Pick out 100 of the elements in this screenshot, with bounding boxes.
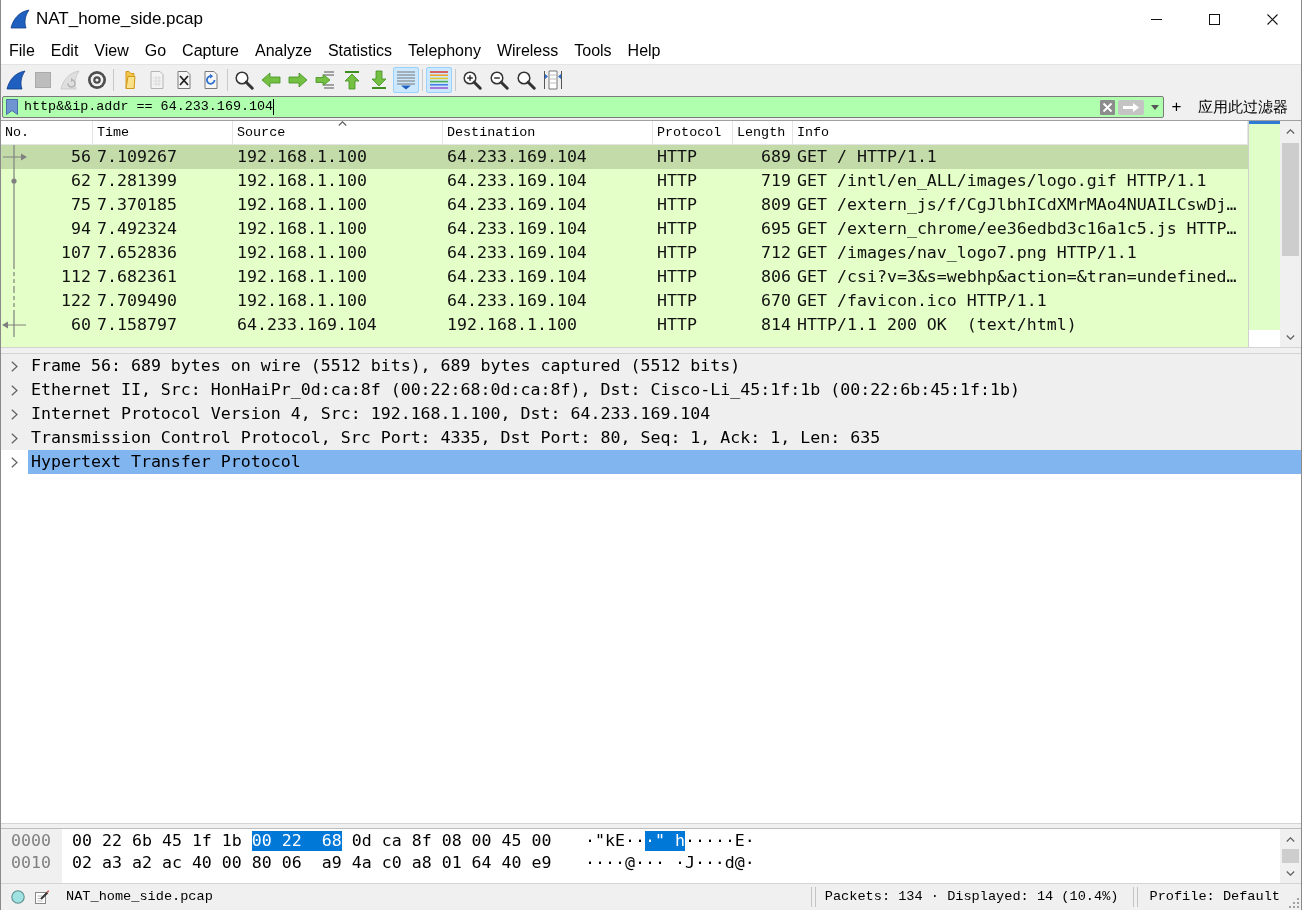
table-cell-text: 107 <box>61 242 91 264</box>
hex-bytes[interactable]: 00 22 6b 45 1f 1b <box>72 831 242 851</box>
table-cell-text: 60 <box>71 314 91 336</box>
scrollbar-track[interactable] <box>1280 829 1301 883</box>
line-dot-icon <box>11 169 17 193</box>
menu-item[interactable]: Go <box>136 38 175 64</box>
hex-bytes[interactable]: 02 a3 a2 ac 40 00 80 06 a9 4a c0 a8 01 64 40 e9 <box>72 853 552 873</box>
chevron-down-icon[interactable] <box>1286 871 1295 876</box>
ascii-bytes[interactable]: ·····E· <box>684 831 755 851</box>
table-cell-text: 192.168.1.100 <box>236 218 368 240</box>
table-cell-text: 122 <box>61 290 91 312</box>
gear-icon <box>87 69 107 90</box>
table-cell-text: 64.233.169.104 <box>446 218 588 240</box>
status-dot-icon[interactable] <box>11 890 25 904</box>
packet-row[interactable]: 112 7.682361 192.168.1.100 64.233.169.104 HTTP 806 GET /csi?v=3&s=webhp&action=&tran=undefined… <box>1 265 1248 289</box>
colorize-button[interactable] <box>426 66 452 93</box>
packet-row[interactable]: 75 7.370185 192.168.1.100 64.233.169.104 HTTP 809 GET /extern_js/f/CgJlbhICdXMrMAo4NUAILCswDj… <box>1 193 1248 217</box>
hex-bytes[interactable]: 0d ca 8f 08 00 45 00 <box>351 831 552 851</box>
packet-row[interactable]: 94 7.492324 192.168.1.100 64.233.169.104 HTTP 695 GET /extern_chrome/ee36edbd3c16a1c5.js HTTP… <box>1 217 1248 241</box>
table-cell-text: 64.233.169.104 <box>236 314 378 336</box>
table-cell-text: GET /images/nav_logo7.png HTTP/1.1 <box>796 242 1138 264</box>
table-cell-text: 7.709490 <box>96 290 178 312</box>
ascii-bytes[interactable]: ····@··· ·J···d@· <box>585 853 755 873</box>
document-x-icon <box>174 69 194 90</box>
table-cell-text: 712 <box>760 242 792 264</box>
table-cell-text: 670 <box>760 290 792 312</box>
table-cell-text: 7.652836 <box>96 242 178 264</box>
minimize-icon <box>1150 18 1162 20</box>
table-cell-text: HTTP/1.1 200 OK (text/html) <box>796 314 1078 336</box>
menu-item[interactable]: Edit <box>42 38 87 64</box>
resize-grip-icon[interactable] <box>1287 896 1299 908</box>
table-cell-text: GET /csi?v=3&s=webhp&action=&tran=undefined… <box>796 266 1238 288</box>
table-cell-text: 62 <box>71 170 91 192</box>
scrollbar-track[interactable] <box>1280 121 1301 347</box>
note-pencil-icon[interactable] <box>35 890 49 904</box>
table-cell-text: 192.168.1.100 <box>446 314 578 336</box>
column-resize-icon <box>543 69 563 90</box>
table-cell-text: 7.281399 <box>96 170 178 192</box>
menu-item[interactable]: Tools <box>566 38 620 64</box>
shark-fin-icon <box>10 9 30 29</box>
caret-down-icon[interactable] <box>1151 104 1159 110</box>
scrollbar-thumb[interactable] <box>1282 849 1299 863</box>
packet-row[interactable]: 122 7.709490 192.168.1.100 64.233.169.104 HTTP 670 GET /favicon.ico HTTP/1.1 <box>1 289 1248 313</box>
filter-field[interactable]: http&&ip.addr == 64.233.169.104 <box>2 96 1164 118</box>
chevron-right-icon[interactable] <box>11 432 18 444</box>
arrow-right-icon[interactable] <box>1118 99 1144 115</box>
chevron-right-icon[interactable] <box>11 408 18 420</box>
menu-item[interactable]: View <box>86 38 137 64</box>
filter-button[interactable]: 应用此过滤器 <box>1189 96 1294 118</box>
close-icon <box>1266 13 1278 25</box>
ascii-bytes[interactable]: ·" h <box>644 831 685 851</box>
packet-row[interactable]: 62 7.281399 192.168.1.100 64.233.169.104 HTTP 719 GET /intl/en_ALL/images/logo.gif HTTP/1.1 <box>1 169 1248 193</box>
table-cell-text: 56 <box>71 146 91 168</box>
chevron-down-icon[interactable] <box>1286 334 1295 340</box>
maximize-icon <box>1208 13 1220 25</box>
packet-row[interactable]: 56 7.109267 192.168.1.100 64.233.169.104 HTTP 689 GET / HTTP/1.1 <box>1 145 1248 169</box>
table-cell-text: HTTP <box>656 266 698 288</box>
table-cell-text: HTTP <box>656 194 698 216</box>
menu-item[interactable]: Telephony <box>399 38 489 64</box>
chevron-right-icon[interactable] <box>11 360 18 372</box>
table-cell-text: HTTP <box>656 242 698 264</box>
auto-scroll-button[interactable] <box>393 66 419 93</box>
menu-item[interactable]: Help <box>619 38 669 64</box>
clear-icon[interactable] <box>1100 99 1115 115</box>
menu-item[interactable]: Statistics <box>319 38 400 64</box>
table-cell-text: 809 <box>760 194 792 216</box>
table-cell-text: GET /extern_js/f/CgJlbhICdXMrMAo4NUAILCswDj… <box>796 194 1238 216</box>
table-cell-text: 192.168.1.100 <box>236 242 368 264</box>
bookmark-icon[interactable] <box>6 99 18 115</box>
chevron-right-icon[interactable] <box>11 456 18 468</box>
scrollbar-thumb[interactable] <box>1282 143 1299 256</box>
table-cell-text: HTTP <box>656 314 698 336</box>
tree-item[interactable]: Hypertext Transfer Protocol <box>28 450 1301 474</box>
table-cell-text: GET /favicon.ico HTTP/1.1 <box>796 290 1048 312</box>
menu-item[interactable]: File <box>1 38 43 64</box>
table-cell-text: 192.168.1.100 <box>236 266 368 288</box>
table-cell-text: GET / HTTP/1.1 <box>796 146 938 168</box>
zoom-in-icon <box>462 69 482 90</box>
menu-item[interactable]: Analyze <box>247 38 320 64</box>
add-filter-button[interactable]: + <box>1164 96 1189 118</box>
menu-item[interactable]: Wireless <box>488 38 567 64</box>
table-cell-text: 64.233.169.104 <box>446 290 588 312</box>
table-cell-text: 64.233.169.104 <box>446 146 588 168</box>
chevron-right-icon[interactable] <box>11 384 18 396</box>
packet-row[interactable]: 107 7.652836 192.168.1.100 64.233.169.104 HTTP 712 GET /images/nav_logo7.png HTTP/1.1 <box>1 241 1248 265</box>
hex-bytes[interactable]: 00 22 68 <box>251 831 342 851</box>
shark-fin-icon <box>6 69 26 90</box>
table-cell-text: 192.168.1.100 <box>236 146 368 168</box>
ascii-bytes[interactable]: ·"kE·· <box>585 831 645 851</box>
table-cell-text: 64.233.169.104 <box>446 170 588 192</box>
chevron-up-icon[interactable] <box>1286 836 1295 842</box>
table-cell-text: HTTP <box>656 146 698 168</box>
search-icon <box>234 69 254 90</box>
table-cell-text: 7.682361 <box>96 266 178 288</box>
table-cell-text: HTTP <box>656 170 698 192</box>
packet-row[interactable]: 60 7.158797 64.233.169.104 192.168.1.100 HTTP 814 HTTP/1.1 200 OK (text/html) <box>1 313 1248 337</box>
menu-item[interactable]: Capture <box>174 38 247 64</box>
status-profile[interactable]: Profile: Default <box>1149 886 1280 908</box>
table-cell-text: 814 <box>760 314 792 336</box>
chevron-up-icon[interactable] <box>1286 128 1295 134</box>
